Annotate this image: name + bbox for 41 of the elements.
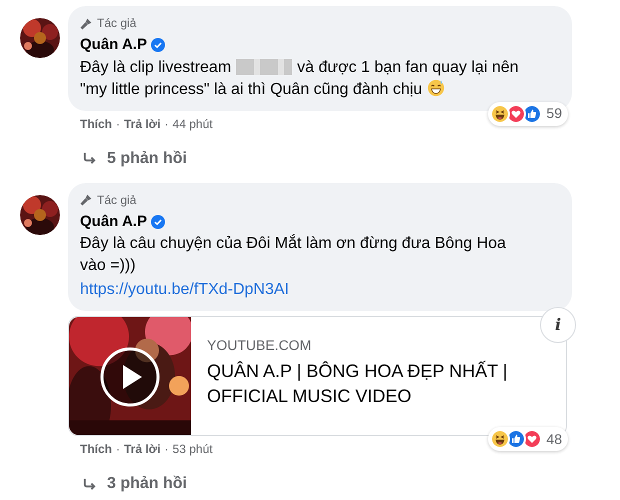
reaction-count: 59 — [546, 104, 562, 123]
comment-text: Đây là clip livestream và được 1 bạn fan quay lại nên "my little princess" là ai thì Quân cũng đành chịu — [80, 58, 520, 100]
blurred-text — [236, 59, 292, 76]
reply-arrow-icon — [82, 476, 97, 492]
reaction-summary[interactable]: 59 — [488, 102, 568, 126]
heart-icon — [522, 429, 542, 449]
thumbs-up-icon — [522, 104, 542, 124]
reaction-summary[interactable]: 48 — [488, 427, 568, 451]
reaction-count: 48 — [546, 430, 562, 448]
separator-dot: · — [116, 116, 120, 132]
microphone-icon — [80, 16, 93, 30]
author-name[interactable]: Quân A.P — [80, 34, 147, 56]
separator-dot: · — [116, 441, 120, 458]
video-link[interactable]: https://youtu.be/fTXd-DpN3AI — [80, 279, 560, 301]
comment-action[interactable]: Trả lời — [124, 114, 161, 132]
view-replies-button[interactable]: 3 phản hồi — [68, 472, 572, 496]
view-replies-button[interactable]: 5 phản hồi — [68, 146, 572, 170]
link-domain: YOUTUBE.COM — [207, 336, 312, 355]
laughing-face-icon — [490, 104, 510, 124]
reply-arrow-icon — [82, 151, 97, 166]
comment-text: Đây là câu chuyện của Đôi Mắt làm ơn đừng đưa Bông Hoa vào =))) — [80, 233, 507, 276]
thumbs-up-icon — [506, 429, 526, 449]
comment-action[interactable]: Thích — [80, 440, 112, 458]
author-label: Tác giả — [97, 15, 136, 32]
author-name[interactable]: Quân A.P — [80, 210, 147, 233]
link-title[interactable]: QUÂN A.P | BÔNG HOA ĐẸP NHẤT | OFFICIAL MUSIC VIDEO — [207, 359, 542, 409]
avatar[interactable] — [20, 18, 60, 58]
sweat-smile-icon — [427, 78, 446, 96]
comment-time[interactable]: 44 phút — [172, 114, 213, 132]
microphone-icon — [80, 193, 93, 206]
author-label: Tác giả — [97, 192, 136, 208]
comment-action[interactable]: Trả lời — [124, 440, 161, 458]
avatar[interactable] — [20, 194, 60, 234]
comment-time[interactable]: 53 phút — [172, 440, 213, 458]
heart-icon — [506, 104, 526, 124]
separator-dot: · — [164, 441, 169, 458]
play-icon[interactable] — [100, 347, 160, 407]
info-button[interactable]: i — [540, 307, 576, 343]
separator-dot: · — [164, 116, 169, 132]
laughing-face-icon — [490, 429, 510, 449]
comment-action[interactable]: Thích — [80, 114, 112, 132]
